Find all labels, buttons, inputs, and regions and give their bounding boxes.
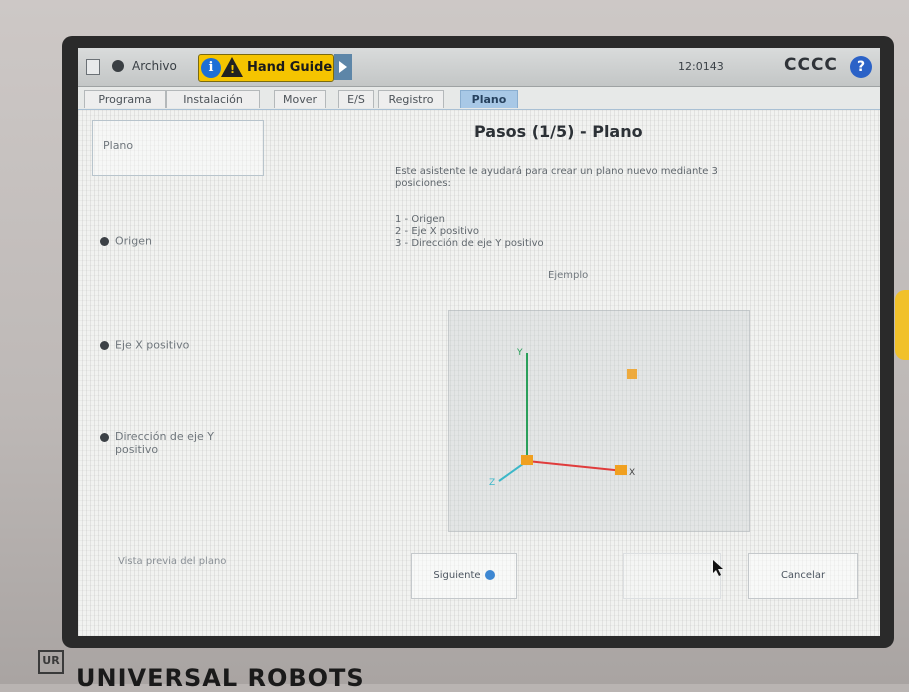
wizard-description: Este asistente le ayudará para crear un … [395, 166, 718, 189]
steps-list-item: 1 - Origen [395, 214, 445, 225]
tab-registro[interactable]: Registro [378, 90, 444, 108]
title-bar: Archivo i ! Hand Guide 12:0143 CCCC ? [78, 48, 880, 87]
step-label: Eje X positivo [115, 338, 190, 352]
info-icon: i [201, 58, 221, 78]
tab-instalacion[interactable]: Instalación [166, 90, 260, 108]
arrow-right-icon [484, 570, 495, 580]
steps-list-item: 2 - Eje X positivo [395, 226, 479, 237]
step-bullet-icon [100, 236, 109, 246]
origin-point [521, 455, 533, 465]
hand-guide-label: Hand Guide [247, 60, 333, 75]
brand-name: UNIVERSAL ROBOTS [76, 664, 365, 692]
plane-axes-diagram: Y X Z [489, 348, 637, 488]
emergency-stop-edge [895, 290, 909, 360]
step-label: Origen [115, 234, 152, 248]
tab-bar: Programa Instalación Mover E/S Registro … [78, 87, 880, 110]
step-origen[interactable]: Origen [100, 234, 152, 248]
plano-header-box: Plano [92, 120, 264, 176]
archivo-menu[interactable]: Archivo [132, 59, 177, 73]
page-title: Pasos (1/5) - Plano [474, 122, 643, 141]
wizard-steps-panel: Plano Origen Eje X positivo Dirección de… [78, 110, 274, 636]
user-label: CCCC [784, 55, 838, 75]
steps-list: 1 - Origen 2 - Eje X positivo 3 - Direcc… [395, 214, 544, 250]
y-axis-label: Y [516, 348, 523, 358]
plano-label: Plano [103, 139, 134, 152]
gear-icon [112, 60, 124, 72]
pendant-screen: Archivo i ! Hand Guide 12:0143 CCCC ? Pr… [78, 48, 880, 636]
next-button[interactable]: Siguiente [411, 553, 517, 599]
x-axis-line [526, 460, 625, 472]
hand-guide-button[interactable]: i ! Hand Guide [198, 54, 334, 82]
example-label: Ejemplo [548, 270, 589, 281]
next-label: Siguiente [433, 570, 481, 581]
tab-es[interactable]: E/S [338, 90, 374, 108]
cancel-button[interactable]: Cancelar [748, 553, 858, 599]
file-icon[interactable] [86, 59, 100, 75]
z-axis-label: Z [489, 478, 495, 488]
x-axis-label: X [629, 468, 635, 478]
help-icon[interactable]: ? [850, 56, 872, 78]
step-label: Dirección de eje Y positivo [115, 430, 214, 456]
plane-preview-note: Vista previa del plano [118, 556, 227, 567]
mouse-cursor-icon [713, 560, 723, 576]
clock: 12:0143 [678, 60, 724, 73]
tab-mover[interactable]: Mover [274, 90, 326, 108]
step-eje-x[interactable]: Eje X positivo [100, 338, 189, 352]
step-eje-y[interactable]: Dirección de eje Y positivo [100, 430, 245, 456]
back-button-disabled [623, 553, 721, 599]
tab-programa[interactable]: Programa [84, 90, 166, 108]
warning-mark: ! [230, 63, 236, 76]
y-point [627, 369, 637, 379]
step-bullet-icon [100, 432, 109, 442]
example-diagram: Y X Z [448, 310, 750, 532]
x-point [615, 465, 627, 475]
robot-teach-pendant: Archivo i ! Hand Guide 12:0143 CCCC ? Pr… [0, 0, 909, 692]
play-arrow-icon[interactable] [334, 54, 352, 80]
steps-list-item: 3 - Dirección de eje Y positivo [395, 238, 544, 249]
tab-plano[interactable]: Plano [460, 90, 518, 108]
step-bullet-icon [100, 340, 109, 350]
ur-logo: UR [38, 650, 64, 674]
